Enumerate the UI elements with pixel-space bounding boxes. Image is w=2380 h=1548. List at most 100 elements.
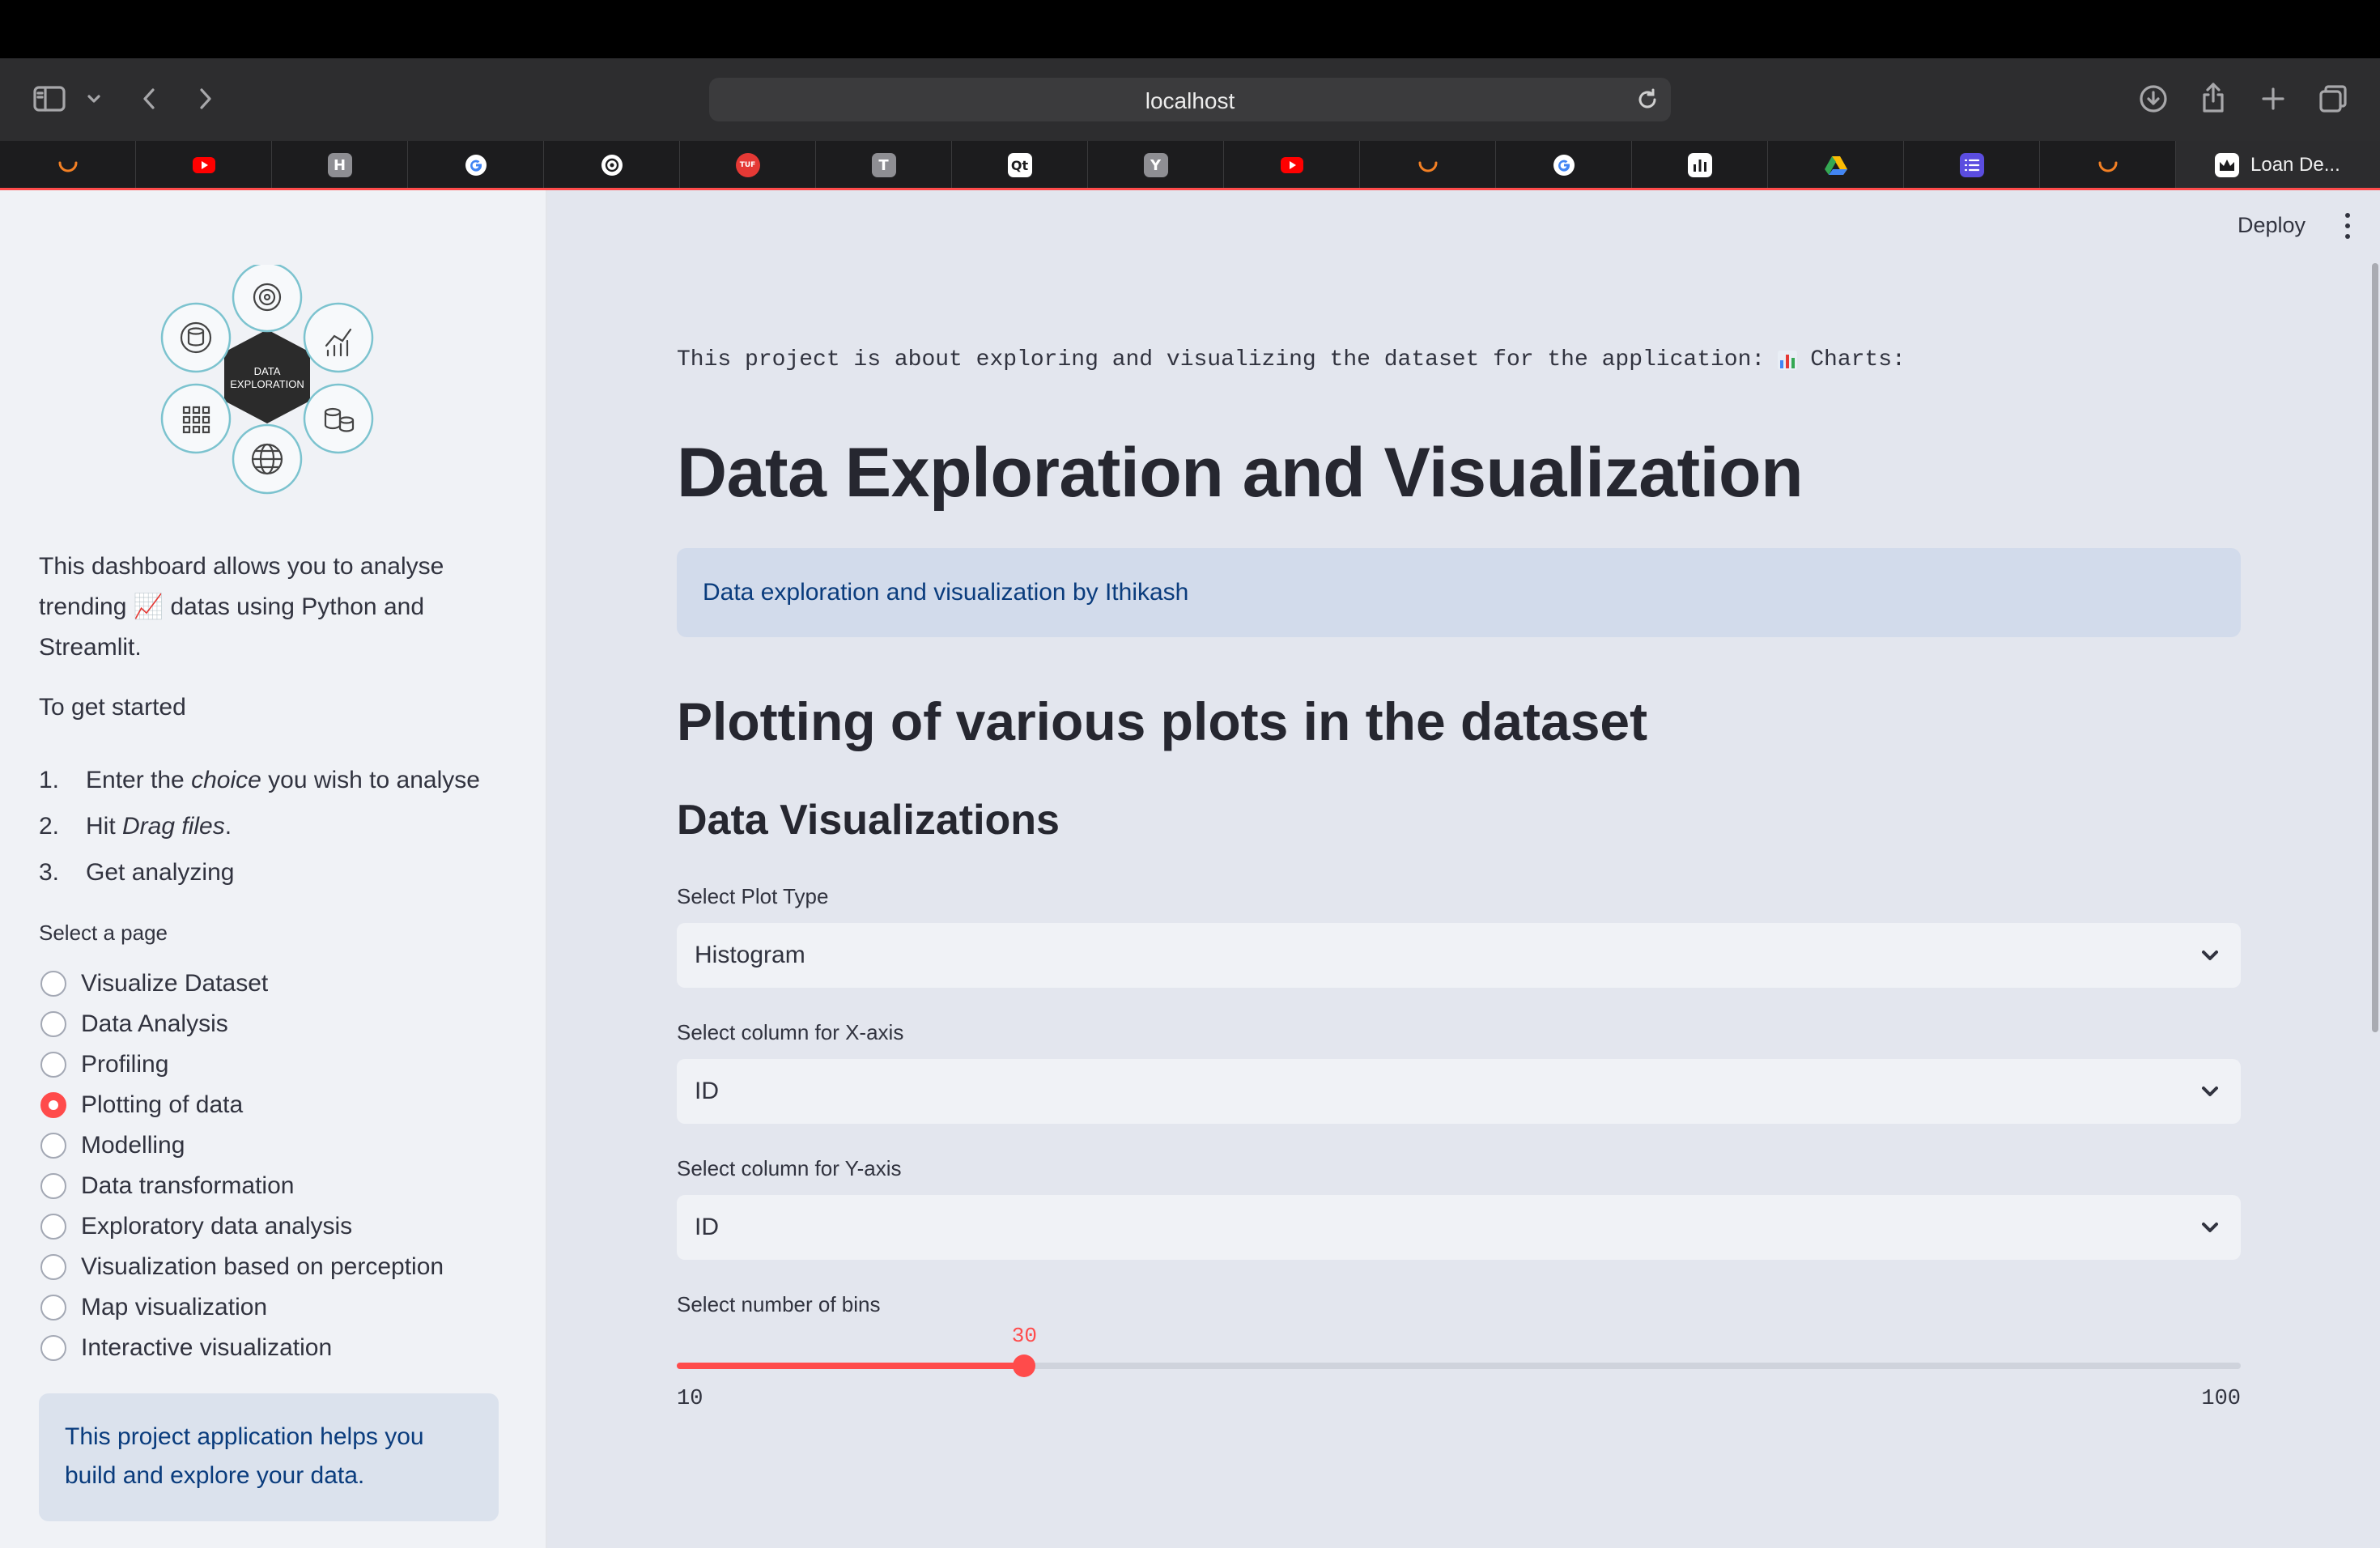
radio-button[interactable] [40,971,66,997]
tab-overview-button[interactable] [2315,81,2351,117]
bins-slider-thumb[interactable] [1013,1354,1036,1377]
chevron-right-icon [200,88,211,109]
page-radio-option[interactable]: Visualize Dataset [40,963,444,1004]
bins-min-label: 10 [677,1387,703,1411]
radio-button[interactable] [40,1133,66,1159]
select-page-label: Select a page [39,921,168,945]
bar-chart-icon [1778,350,1798,370]
bins-slider[interactable]: 30 [677,1324,2241,1377]
radio-button[interactable] [40,1052,66,1078]
radio-button[interactable] [40,1214,66,1240]
browser-tab[interactable] [136,141,272,189]
crown-icon [2215,153,2239,177]
chart-increasing-icon: 📈 [133,593,164,621]
page-radio-option[interactable]: Modelling [40,1125,444,1166]
browser-tab[interactable] [2040,141,2176,189]
page-radio-option[interactable]: Visualization based on perception [40,1247,444,1287]
qt-icon: Qt [1007,153,1032,177]
scrollbar-thumb[interactable] [2372,263,2378,1032]
step-text: Enter the choice you wish to analyse [86,766,480,793]
logo-text-line1: DATA [254,365,281,377]
page-radio-option[interactable]: Profiling [40,1044,444,1085]
step-number: 2. [39,812,60,840]
menu-bar-area [0,0,2380,58]
step-text: Get analyzing [86,858,235,886]
browser-tab[interactable]: Y [1088,141,1224,189]
scrollbar[interactable] [2369,263,2380,1548]
page-radio-label: Profiling [81,1051,169,1078]
page-radio-option[interactable]: Interactive visualization [40,1328,444,1368]
url-text: localhost [1145,88,1235,113]
data-exploration-logo: DATA EXPLORATION [160,265,374,495]
loader-icon [56,153,80,177]
deploy-button[interactable]: Deploy [2238,213,2306,238]
chevron-down-icon [2199,1080,2221,1109]
page-radio-option[interactable]: Data Analysis [40,1004,444,1044]
loader-icon [2096,153,2120,177]
steps-list: 1. Enter the choice you wish to analyse 2.… [39,757,480,895]
address-bar[interactable]: localhost [709,78,1671,121]
browser-tab[interactable] [1632,141,1768,189]
browser-tab[interactable] [1224,141,1360,189]
x-axis-value: ID [695,1078,719,1104]
radio-button[interactable] [40,1011,66,1037]
data-visualizations-heading: Data Visualizations [677,797,1060,844]
back-button[interactable] [136,83,162,115]
tab-overview-icon [2319,85,2347,113]
radio-button[interactable] [40,1092,66,1118]
reload-button[interactable] [1635,87,1660,116]
x-axis-select[interactable]: ID [677,1059,2241,1124]
browser-tab[interactable] [1768,141,1904,189]
browser-tab[interactable]: TUF [680,141,816,189]
browser-tab[interactable] [544,141,680,189]
y-axis-select[interactable]: ID [677,1195,2241,1260]
tab-active[interactable]: Loan De... [2176,141,2380,189]
sidebar-toggle-button[interactable] [31,83,68,115]
radio-button[interactable] [40,1173,66,1199]
radio-button[interactable] [40,1335,66,1361]
chevron-down-icon [2199,944,2221,973]
page-radio-option[interactable]: Data transformation [40,1166,444,1206]
bins-slider-fill [677,1363,1025,1369]
browser-tab[interactable]: H [272,141,408,189]
browser-tab[interactable] [1360,141,1496,189]
loader-icon [1416,153,1440,177]
chevron-down-icon [87,95,100,103]
h-icon: H [327,153,352,177]
page-radio-option[interactable]: Map visualization [40,1287,444,1328]
main-menu-button[interactable] [2343,213,2352,239]
y-axis-label: Select column for Y-axis [677,1156,902,1180]
t-icon: T [871,153,896,177]
drive-icon [1824,153,1848,177]
browser-tab[interactable]: Qt [952,141,1088,189]
sidebar-intro: This dashboard allows you to analyse tre… [39,546,476,668]
radio-button[interactable] [40,1254,66,1280]
browser-toolbar: localhost [0,58,2380,141]
page-radio-label: Data Analysis [81,1010,228,1037]
forward-button[interactable] [193,83,219,115]
active-tab-title: Loan De... [2250,154,2340,176]
browser-tab[interactable] [0,141,136,189]
share-button[interactable] [2195,78,2231,117]
red-circle-icon: TUF [735,153,760,177]
new-tab-button[interactable] [2255,81,2291,117]
plot-type-select[interactable]: Histogram [677,923,2241,988]
plot-type-value: Histogram [695,942,805,968]
page-radio-label: Visualize Dataset [81,970,269,997]
downloads-button[interactable] [2136,81,2171,117]
browser-tab[interactable] [1904,141,2040,189]
page-radio-option[interactable]: Plotting of data [40,1085,444,1125]
browser-tab[interactable] [1496,141,1632,189]
intro-text-body: This project is about exploring and visu… [677,347,1766,372]
browser-tab[interactable] [408,141,544,189]
browser-tab[interactable]: T [816,141,952,189]
page-radio-label: Plotting of data [81,1091,244,1118]
list-app-icon [1959,153,1984,177]
sidebar-menu-chevron[interactable] [84,87,104,110]
radio-button[interactable] [40,1295,66,1320]
youtube-icon [1280,153,1304,177]
page-radio-option[interactable]: Exploratory data analysis [40,1206,444,1247]
step-item: 2. Hit Drag files. [39,803,480,849]
tab-bar: H TUF T Qt Y Loan De... [0,141,2380,189]
bins-label: Select number of bins [677,1292,881,1316]
